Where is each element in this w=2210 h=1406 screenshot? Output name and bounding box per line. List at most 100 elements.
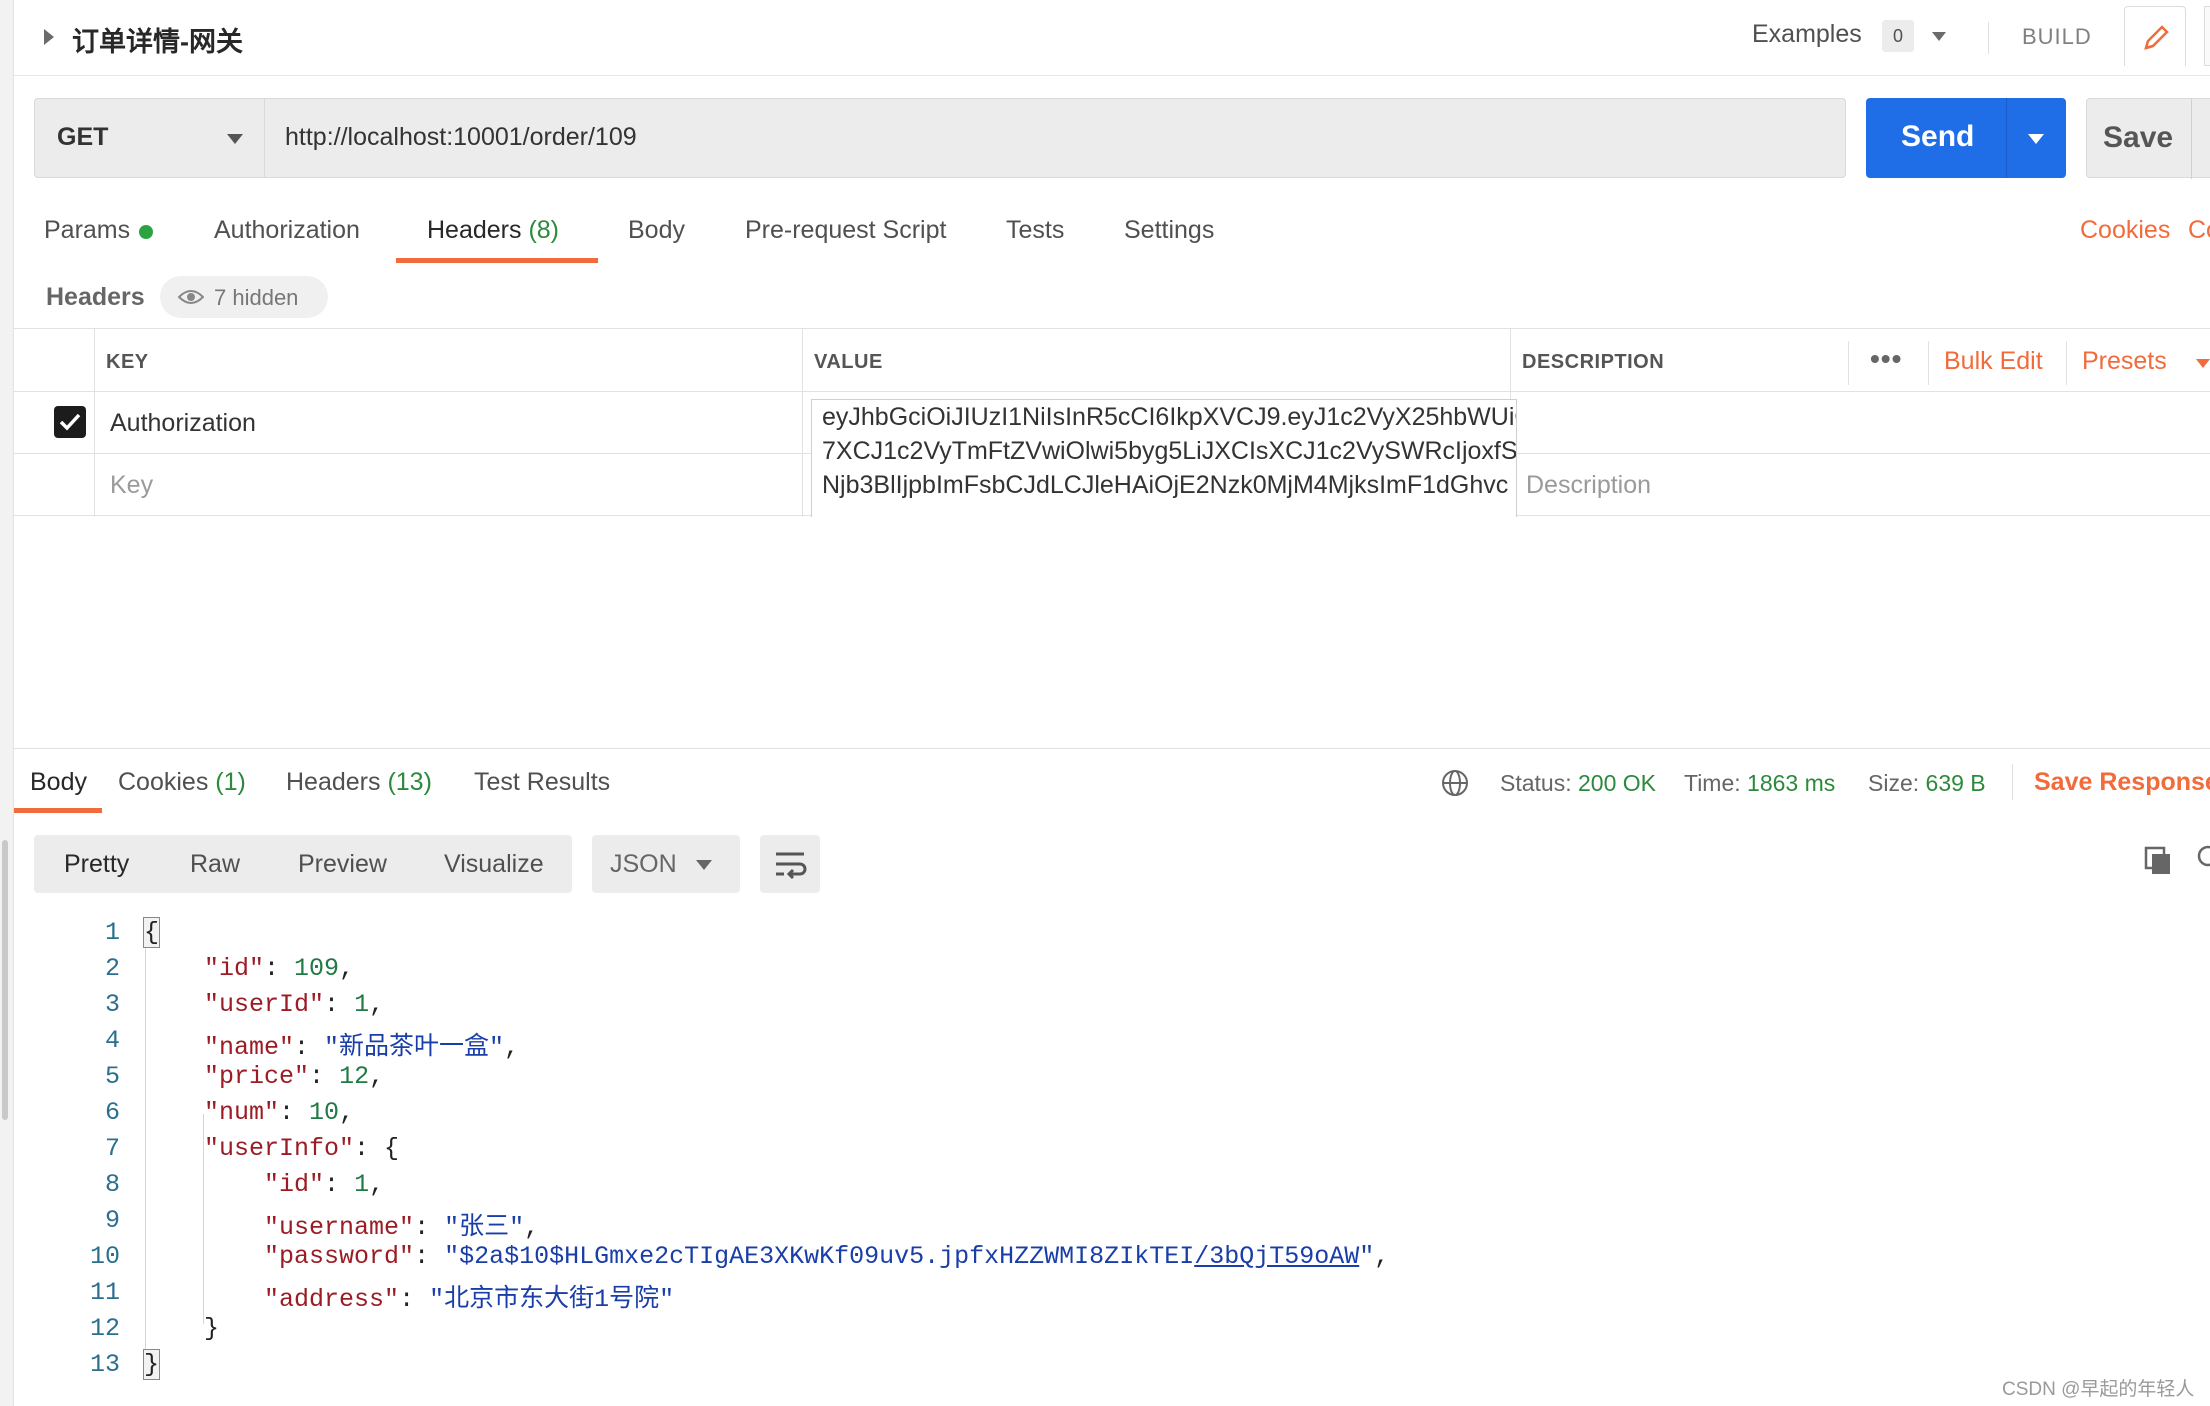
presets-dropdown[interactable]: Presets xyxy=(2082,347,2167,376)
left-scrollbar[interactable] xyxy=(0,0,14,1406)
chevron-down-icon xyxy=(227,134,243,144)
tab-body[interactable]: Body xyxy=(628,216,685,245)
tab-authorization[interactable]: Authorization xyxy=(214,216,360,245)
save-button[interactable]: Save xyxy=(2086,98,2210,179)
checkmark-icon xyxy=(59,413,81,431)
format-visualize[interactable]: Visualize xyxy=(444,850,544,879)
json-key: "password" xyxy=(264,1242,415,1271)
request-title[interactable]: 订单详情-网关 xyxy=(72,20,243,59)
line-number: 4 xyxy=(104,1026,120,1055)
json-key: "id" xyxy=(264,1170,325,1199)
hidden-headers-toggle[interactable]: 7 hidden xyxy=(160,276,328,318)
new-key-input[interactable]: Key xyxy=(110,471,153,500)
header-enabled-checkbox[interactable] xyxy=(54,406,86,438)
format-raw[interactable]: Raw xyxy=(190,850,240,879)
json-string: "$2a$10$HLGmxe2cTIgAE3XKwKf09uv5.jpfxHZZ… xyxy=(444,1242,1195,1271)
new-description-input[interactable]: Description xyxy=(1526,471,1651,500)
chevron-down-icon[interactable] xyxy=(1932,32,1946,41)
examples-count-badge: 0 xyxy=(1882,20,1914,52)
json-string: "北京市东大街1号院" xyxy=(429,1285,675,1314)
divider xyxy=(2006,98,2007,178)
line-number: 11 xyxy=(89,1278,120,1307)
response-tab-headers[interactable]: Headers (13) xyxy=(286,768,432,797)
caret-right-icon[interactable] xyxy=(44,29,54,45)
send-button[interactable]: Send xyxy=(1866,98,2066,178)
column-header-key: KEY xyxy=(106,351,149,373)
json-key: "userId" xyxy=(204,990,325,1019)
json-key: "address" xyxy=(264,1285,400,1314)
code-line: { xyxy=(142,917,161,948)
globe-icon[interactable] xyxy=(1440,768,1470,798)
format-preview[interactable]: Preview xyxy=(298,850,387,879)
tab-headers-count: (8) xyxy=(528,216,560,244)
format-switcher: Pretty Raw Preview Visualize xyxy=(34,835,572,893)
json-number: 109 xyxy=(294,954,340,983)
more-options-icon[interactable]: ••• xyxy=(1870,343,1902,375)
response-size: Size: 639 B xyxy=(1868,770,1986,797)
scrollbar-thumb[interactable] xyxy=(2,840,8,1120)
format-pretty[interactable]: Pretty xyxy=(64,850,129,879)
url-input[interactable]: http://localhost:10001/order/109 xyxy=(265,98,1846,178)
headers-table: KEY VALUE DESCRIPTION ••• Bulk Edit Pres… xyxy=(14,328,2210,517)
tab-settings[interactable]: Settings xyxy=(1124,216,1214,245)
json-key: "num" xyxy=(204,1098,280,1127)
response-tab-headers-label: Headers xyxy=(286,768,381,796)
response-body-code[interactable]: 1 2 3 4 5 6 7 8 9 10 11 12 13 { "id": 10… xyxy=(14,912,2210,1382)
json-string: "新品茶叶一盒" xyxy=(324,1033,505,1062)
copy-icon[interactable] xyxy=(2142,844,2174,876)
json-number: 1 xyxy=(354,1170,370,1199)
chevron-down-icon xyxy=(696,860,712,870)
header-value-line: 7XCJ1c2VyTmFtZVwiOlwi5byg5LiJXCIsXCJ1c2V… xyxy=(822,437,1516,465)
column-header-value: VALUE xyxy=(814,351,883,373)
chevron-down-icon[interactable] xyxy=(2028,134,2044,144)
build-mode-label[interactable]: BUILD xyxy=(2022,24,2092,50)
json-string-link[interactable]: /3bQjT59oAW xyxy=(1194,1242,1359,1271)
watermark: CSDN @早起的年轻人 xyxy=(2002,1379,2195,1400)
save-label: Save xyxy=(2103,121,2174,154)
save-response-button[interactable]: Save Response xyxy=(2034,768,2210,797)
response-tab-test-results[interactable]: Test Results xyxy=(474,768,610,797)
divider xyxy=(1988,22,1989,54)
divider xyxy=(2066,341,2067,385)
json-key: "userInfo" xyxy=(204,1134,355,1163)
json-open-brace: { xyxy=(142,917,161,948)
wrap-lines-icon xyxy=(776,852,807,880)
code-link[interactable]: Co xyxy=(2188,216,2210,245)
line-number: 2 xyxy=(104,954,120,983)
response-tab-body[interactable]: Body xyxy=(30,768,87,797)
examples-button[interactable]: Examples xyxy=(1752,20,1862,49)
edit-mode-button[interactable] xyxy=(2124,6,2186,66)
chevron-down-icon[interactable] xyxy=(2196,359,2210,368)
header-key-cell[interactable]: Authorization xyxy=(110,409,256,438)
wrap-lines-button[interactable] xyxy=(760,835,820,893)
comments-button[interactable] xyxy=(2204,6,2210,66)
json-close-brace: } xyxy=(204,1314,220,1343)
eye-icon xyxy=(178,290,204,304)
tab-params[interactable]: Params xyxy=(44,216,130,245)
header-value-line: Njb3BlIjpbImFsbCJdLCJleHAiOjE2Nzk0MjM4Mj… xyxy=(822,471,1509,499)
tab-tests[interactable]: Tests xyxy=(1006,216,1064,245)
line-number: 7 xyxy=(104,1134,120,1163)
column-header-description: DESCRIPTION xyxy=(1522,351,1665,373)
code-line: "address": "北京市东大街1号院" xyxy=(264,1285,675,1314)
response-tab-headers-count: (13) xyxy=(387,768,432,796)
response-status: Status: 200 OK xyxy=(1500,770,1656,797)
response-tab-cookies[interactable]: Cookies (1) xyxy=(118,768,246,797)
json-string: " xyxy=(1359,1242,1375,1271)
divider xyxy=(2191,99,2192,179)
method-select[interactable]: GET xyxy=(34,98,265,178)
header-value-cell[interactable]: eyJhbGciOiJIUzI1NiIsInR5cCI6IkpXVCJ9.eyJ… xyxy=(811,399,1517,517)
params-indicator-dot xyxy=(139,225,153,239)
response-tab-cookies-label: Cookies xyxy=(118,768,209,796)
tab-prerequest-script[interactable]: Pre-request Script xyxy=(745,216,946,245)
json-number: 1 xyxy=(354,990,370,1019)
search-icon[interactable] xyxy=(2194,844,2210,876)
line-number: 13 xyxy=(89,1350,120,1379)
bulk-edit-link[interactable]: Bulk Edit xyxy=(1944,347,2043,376)
status-label: Status: xyxy=(1500,770,1572,796)
url-value[interactable]: http://localhost:10001/order/109 xyxy=(285,123,637,152)
cookies-link[interactable]: Cookies xyxy=(2080,216,2170,245)
divider xyxy=(1928,341,1929,385)
tab-headers[interactable]: Headers (8) xyxy=(427,216,559,245)
language-select[interactable]: JSON xyxy=(592,835,740,893)
